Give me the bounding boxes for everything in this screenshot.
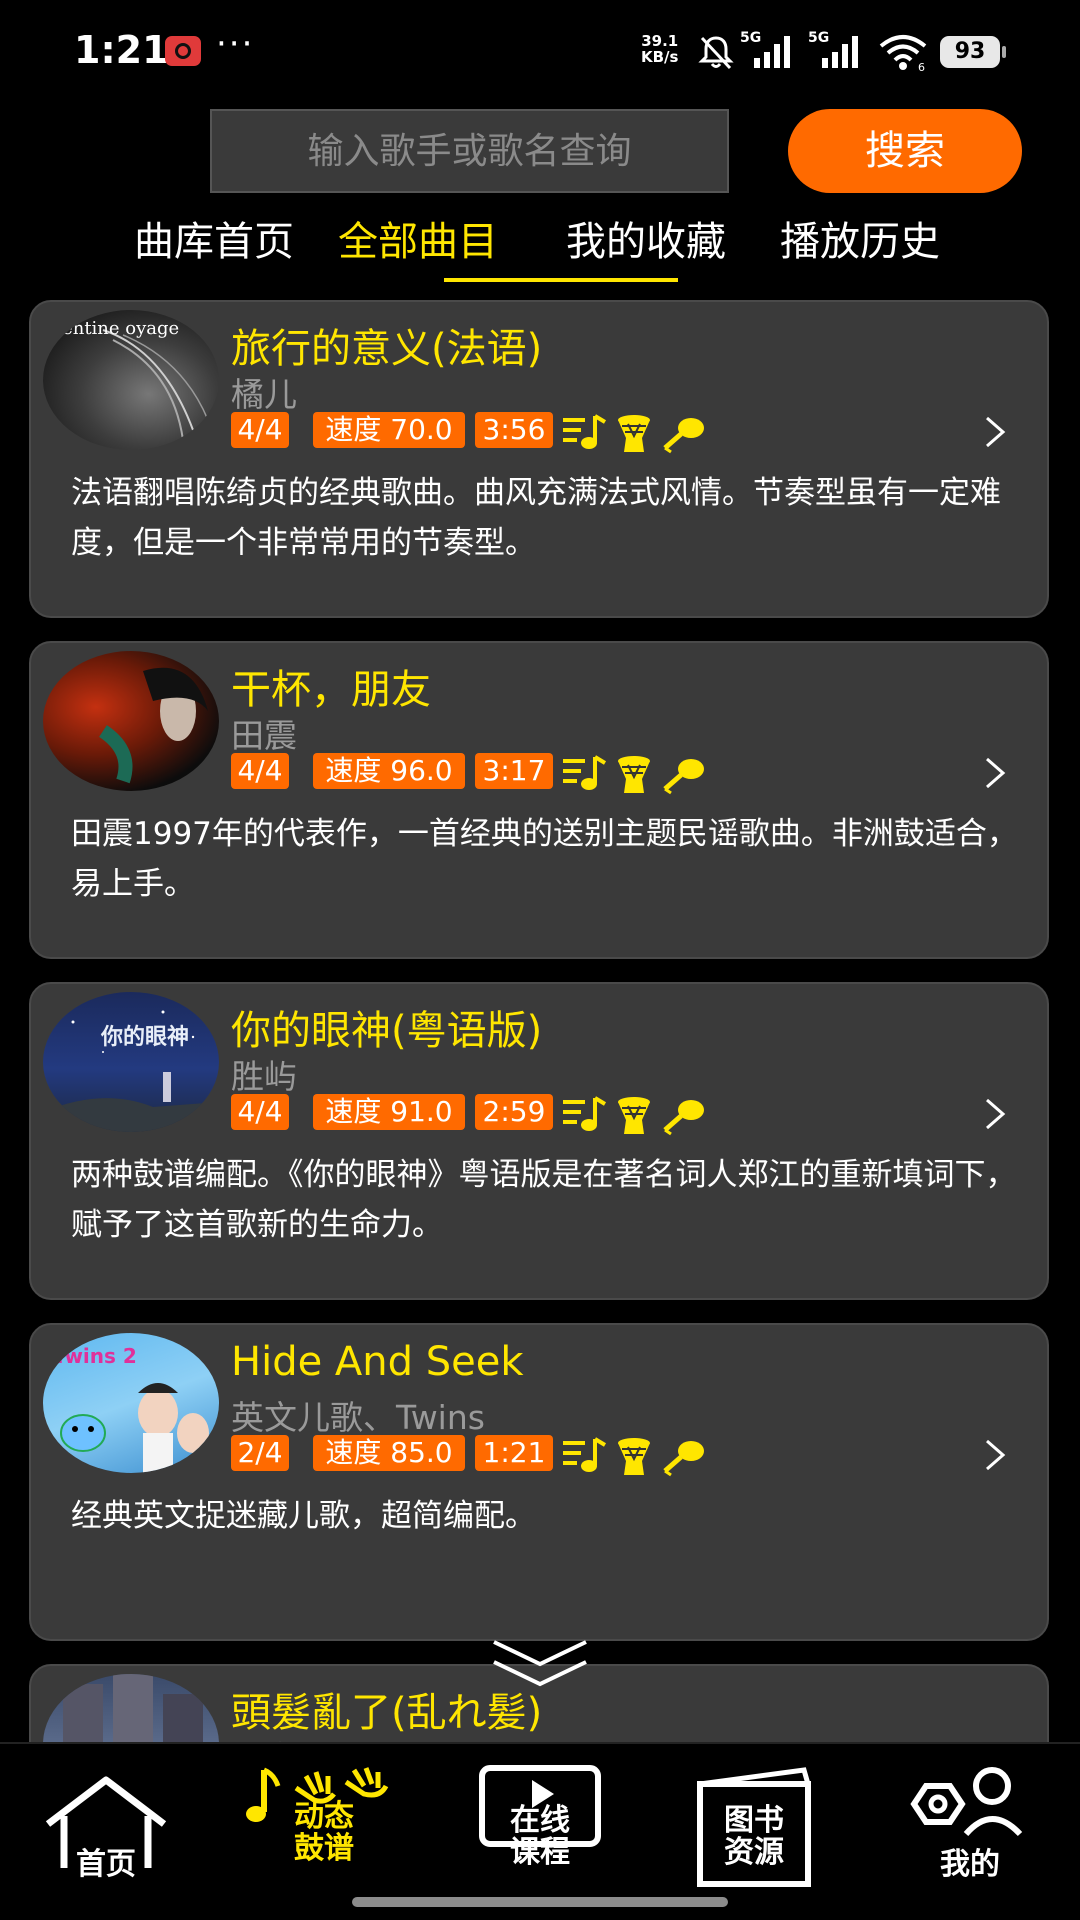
song-title[interactable]: 旅行的意义(法语) [231,316,542,374]
tab-library-home[interactable]: 曲库首页 [134,212,294,272]
song-card[interactable]: Twins 2 Hide And Seek 英文儿歌、Twins 2/4 速度 … [29,1323,1049,1641]
microphone-icon [663,759,704,795]
signal-label-2: 5G [808,30,829,46]
microphone-icon [663,418,704,454]
song-artist: 胜屿 [231,1057,297,1096]
djembe-drum-icon [618,415,650,452]
cover-text: Twins 2 [53,1344,137,1368]
album-cover [43,651,219,791]
bottom-navigation: 首页 动态 鼓谱 在线 课程 图书 资源 我的 [0,1742,1080,1920]
song-card[interactable]: mentine oyage 旅行的意义(法语) 橘儿 4/4 速度 70.0 3… [29,300,1049,618]
song-artist: 橘儿 [231,375,297,414]
status-bar: 1:21 ··· 39.1 KB/s 5G 5G 6 93 [0,0,1080,100]
song-description: 法语翻唱陈绮贞的经典歌曲。曲风充满法式风情。节奏型虽有一定难度，但是一个非常常用… [71,475,1001,561]
duration-badge: 2:59 [475,1094,553,1130]
chevron-right-icon[interactable] [981,1437,1009,1473]
song-title[interactable]: 干杯，朋友 [231,657,431,715]
double-chevron-down-icon[interactable] [490,1638,590,1692]
song-title[interactable]: Hide And Seek [231,1339,524,1385]
djembe-drum-icon [618,1438,650,1475]
meter-badge: 4/4 [231,753,289,789]
meter-badge: 4/4 [231,1094,289,1130]
nav-dynamic-drum-score[interactable]: 动态 鼓谱 [234,1764,414,1894]
song-card[interactable]: 干杯，朋友 田震 4/4 速度 96.0 3:17 田震1997年的代表作，一首… [29,641,1049,959]
microphone-icon [663,1441,704,1477]
nav-label-line2: 鼓谱 [294,1831,354,1866]
status-time: 1:21 [74,28,169,72]
category-tabs: 曲库首页 全部曲目 我的收藏 播放历史 [120,212,980,284]
nav-label: 我的 [940,1847,1000,1882]
nav-label-line1: 图书 [724,1803,784,1838]
signal-label-1: 5G [740,30,761,46]
song-card[interactable]: 你的眼神 你的眼神(粤语版) 胜屿 4/4 速度 91.0 2:59 两种鼓谱编… [29,982,1049,1300]
song-list[interactable]: mentine oyage 旅行的意义(法语) 橘儿 4/4 速度 70.0 3… [0,300,1080,1742]
network-speed-value: 39.1 [641,32,679,50]
song-description: 经典英文捉迷藏儿歌，超简编配。 [71,1498,536,1534]
screen-record-icon [165,36,201,66]
duration-badge: 3:56 [475,412,553,448]
tab-play-history[interactable]: 播放历史 [780,212,940,272]
microphone-icon [663,1100,704,1136]
network-speed-unit: KB/s [641,48,679,66]
cover-text: mentine oyage [45,318,179,339]
tempo-badge: 速度 70.0 [313,412,465,448]
nav-book-resources[interactable]: 图书 资源 [664,1764,844,1894]
nav-label-line2: 资源 [724,1835,784,1870]
nav-label: 首页 [76,1847,136,1882]
nav-label-line1: 在线 [510,1803,570,1838]
tab-my-favorites[interactable]: 我的收藏 [566,212,726,272]
sheet-music-icon [563,1096,607,1131]
tempo-badge: 速度 91.0 [313,1094,465,1130]
chevron-right-icon[interactable] [981,1096,1009,1132]
djembe-drum-icon [618,756,650,793]
wifi-icon: 6 [879,35,927,72]
tempo-badge: 速度 85.0 [313,1435,465,1471]
album-cover: mentine oyage [43,310,219,450]
sheet-music-icon [563,414,607,449]
chevron-right-icon[interactable] [981,414,1009,450]
nav-label-line1: 动态 [294,1799,354,1834]
meter-badge: 2/4 [231,1435,289,1471]
nav-home[interactable]: 首页 [16,1764,196,1894]
album-cover [43,1674,219,1742]
nav-mine[interactable]: 我的 [880,1764,1060,1894]
tempo-badge: 速度 96.0 [313,753,465,789]
signal-5g-icon-1: 5G [740,30,790,68]
chevron-right-icon[interactable] [981,755,1009,791]
duration-badge: 3:17 [475,753,553,789]
song-description: 田震1997年的代表作，一首经典的送别主题民谣歌曲。非洲鼓适合，易上手。 [71,816,1018,902]
more-notifications-icon: ··· [216,24,255,64]
song-title[interactable]: 你的眼神(粤语版) [231,998,542,1056]
meter-badge: 4/4 [231,412,289,448]
tab-all-songs[interactable]: 全部曲目 [338,212,498,272]
mute-bell-icon [698,36,734,70]
song-artist: 英文儿歌、Twins [231,1398,485,1437]
duration-badge: 1:21 [475,1435,553,1471]
signal-5g-icon-2: 5G [808,30,858,68]
cover-text: 你的眼神 [100,1024,189,1050]
song-artist: 田震 [231,716,297,755]
battery-indicator: 93 [940,36,1006,68]
nav-online-courses[interactable]: 在线 课程 [450,1764,630,1894]
sheet-music-icon [563,755,607,790]
album-cover: 你的眼神 [43,992,219,1132]
network-speed: 39.1 KB/s [641,33,678,65]
search-input[interactable] [210,109,729,193]
sheet-music-icon [563,1437,607,1472]
wifi-badge: 6 [918,61,925,72]
djembe-drum-icon [618,1097,650,1134]
album-cover: Twins 2 [43,1333,219,1473]
active-tab-indicator [444,278,678,282]
search-button[interactable]: 搜索 [788,109,1022,193]
home-gesture-bar[interactable] [352,1897,728,1907]
nav-label-line2: 课程 [510,1835,570,1870]
song-description: 两种鼓谱编配。《你的眼神》粤语版是在著名词人郑江的重新填词下，赋予了这首歌新的生… [71,1157,1017,1243]
song-artist: 张学友 [231,1732,330,1742]
